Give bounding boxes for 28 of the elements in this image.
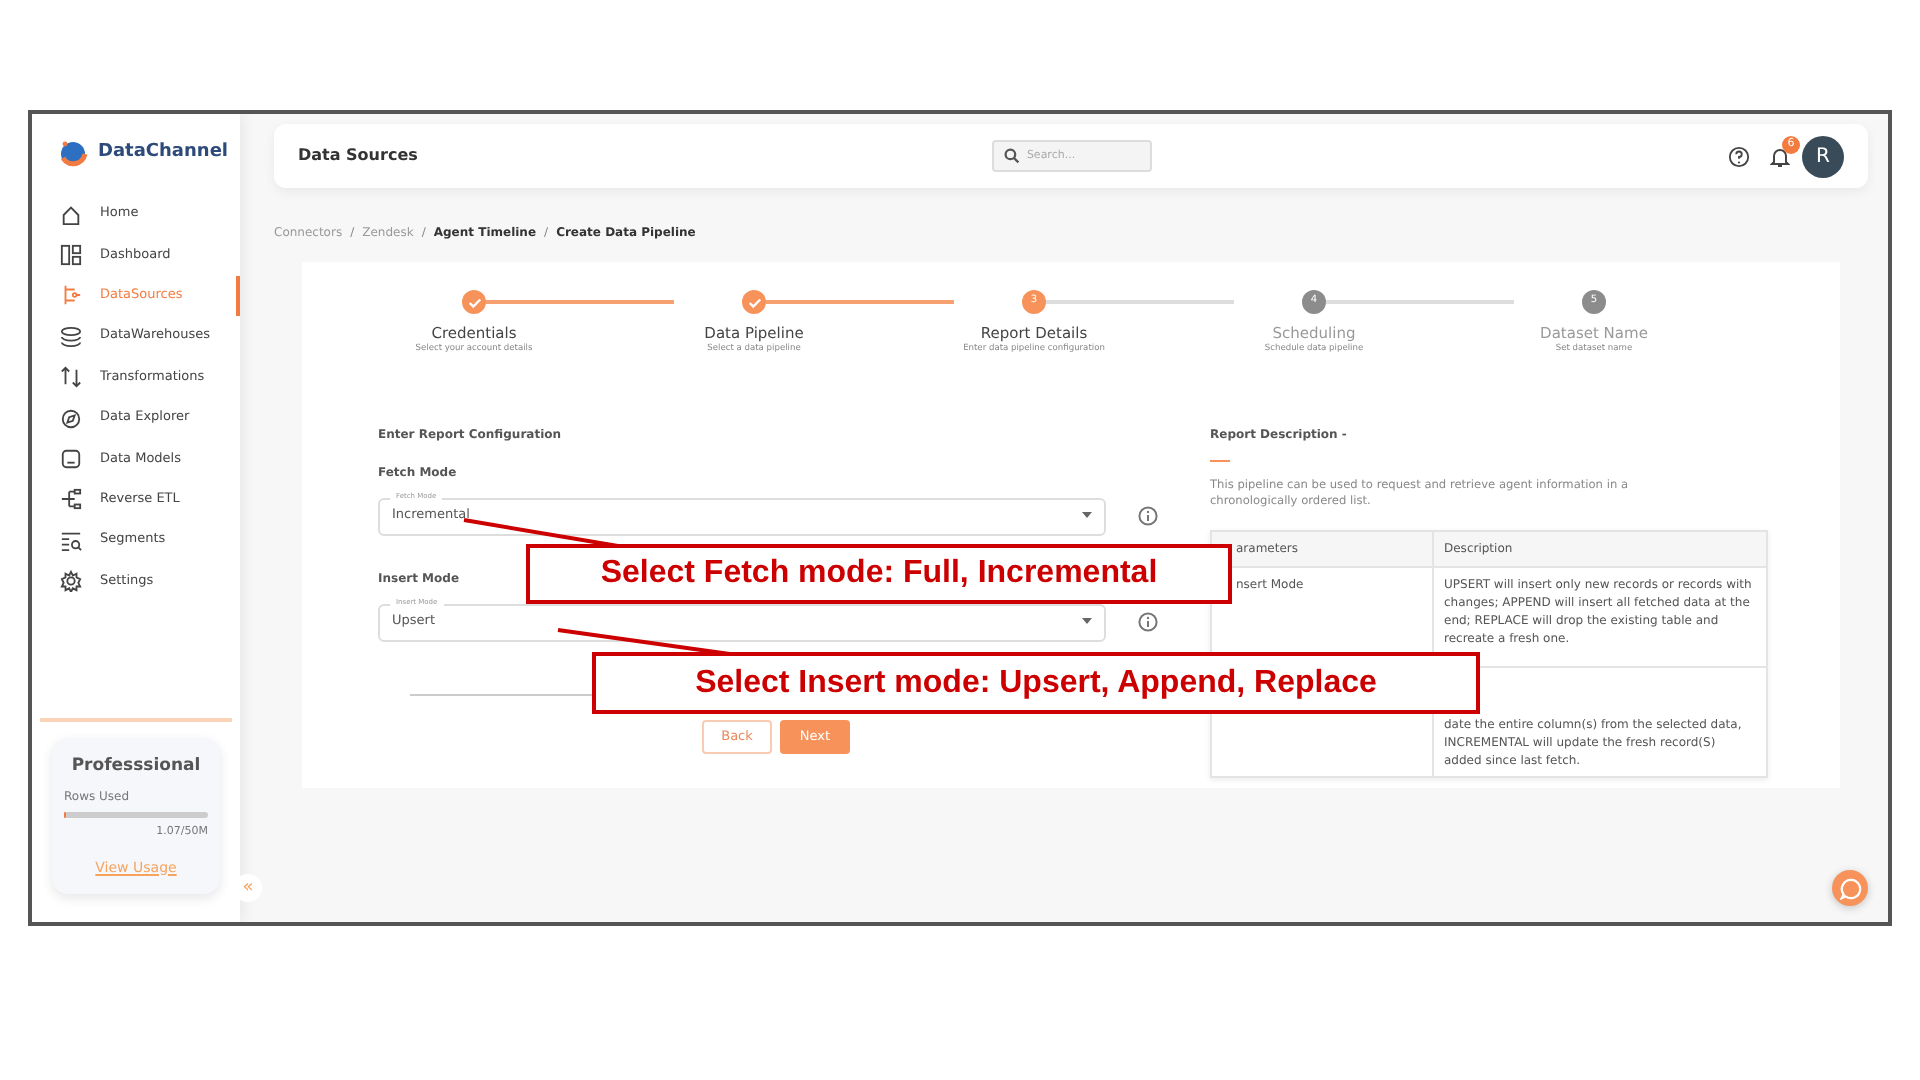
- dashboard-icon: [60, 244, 82, 267]
- callout: Select Insert mode: Upsert, Append, Replace: [592, 652, 1480, 714]
- help-icon[interactable]: [1728, 145, 1750, 167]
- search-icon: [1004, 148, 1021, 164]
- bell-icon[interactable]: [1770, 145, 1790, 167]
- callout: Select Fetch mode: Full, Incremental: [526, 544, 1232, 604]
- avatar[interactable]: R: [1802, 135, 1844, 177]
- check-step-icon: [742, 290, 766, 314]
- filter-list-icon: [60, 529, 82, 552]
- logo-text: DataChannel: [98, 140, 229, 167]
- home-icon: [60, 203, 82, 226]
- page-title: Data Sources: [298, 144, 418, 168]
- info-icon[interactable]: [1138, 612, 1158, 633]
- check-step-icon: [462, 290, 486, 314]
- hierarchy-icon: [60, 488, 82, 511]
- chat-button[interactable]: [1832, 870, 1868, 906]
- plan-title: Professsional: [69, 753, 203, 779]
- compass-icon: [60, 407, 82, 430]
- database-icon: [60, 325, 82, 348]
- settings-icon: [60, 570, 82, 593]
- chat-icon: [1839, 877, 1861, 899]
- caret-icon: [1082, 512, 1092, 519]
- logo-icon: [56, 138, 90, 170]
- model-icon: [60, 448, 82, 471]
- transform-icon: [60, 366, 82, 389]
- branch-icon: [60, 284, 82, 307]
- info-icon[interactable]: [1138, 506, 1158, 527]
- caret-icon: [1082, 618, 1092, 625]
